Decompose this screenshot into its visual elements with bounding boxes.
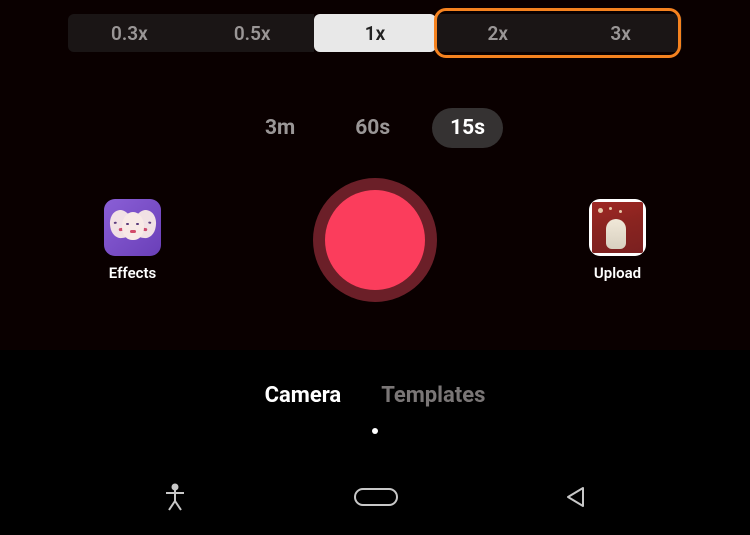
- navigation-bar: [0, 465, 750, 535]
- back-triangle-icon: [565, 486, 587, 508]
- upload-icon: [589, 199, 646, 256]
- upload-button[interactable]: Upload: [589, 199, 646, 282]
- speed-option-3x[interactable]: 3x: [559, 14, 682, 52]
- effects-icon: [104, 199, 161, 256]
- mode-tabs: Camera Templates: [0, 383, 750, 408]
- duration-option-15s[interactable]: 15s: [432, 108, 503, 148]
- duration-option-3m[interactable]: 3m: [247, 108, 313, 148]
- record-button-inner: [325, 190, 425, 290]
- effects-label: Effects: [109, 264, 156, 282]
- home-button[interactable]: [354, 488, 398, 506]
- speed-option-2x[interactable]: 2x: [436, 14, 559, 52]
- duration-selector: 3m 60s 15s: [0, 108, 750, 148]
- speed-option-0-5x[interactable]: 0.5x: [191, 14, 314, 52]
- tab-camera[interactable]: Camera: [265, 383, 342, 408]
- effects-button[interactable]: Effects: [104, 199, 161, 282]
- back-button[interactable]: [565, 486, 587, 508]
- capture-row: Effects Upload: [0, 178, 750, 302]
- speed-option-0-3x[interactable]: 0.3x: [68, 14, 191, 52]
- home-pill-icon: [354, 488, 398, 506]
- accessibility-icon[interactable]: [163, 483, 187, 511]
- tab-templates[interactable]: Templates: [381, 383, 485, 408]
- speed-option-1x[interactable]: 1x: [314, 14, 437, 52]
- record-button[interactable]: [313, 178, 437, 302]
- mode-indicator-dot: [372, 428, 378, 434]
- upload-label: Upload: [594, 264, 641, 282]
- duration-option-60s[interactable]: 60s: [337, 108, 408, 148]
- speed-selector: 0.3x 0.5x 1x 2x 3x: [68, 14, 682, 52]
